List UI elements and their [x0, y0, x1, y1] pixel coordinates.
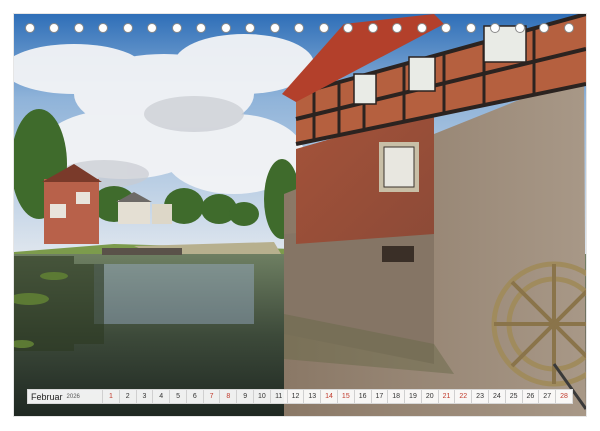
day-cell: 11	[269, 390, 287, 403]
calendar-photo	[14, 14, 586, 416]
month-label: Februar 2026	[28, 390, 102, 403]
day-cell: 5	[169, 390, 186, 403]
day-cell: 7	[202, 390, 220, 403]
day-cell: 24	[487, 390, 505, 403]
month-name: Februar	[31, 391, 63, 402]
day-cell: 22	[454, 390, 471, 403]
day-cell: 13	[303, 390, 320, 403]
day-cell: 19	[404, 390, 421, 403]
day-cell: 1	[102, 390, 119, 403]
day-cell: 6	[185, 390, 203, 403]
day-cell: 16	[353, 390, 371, 403]
day-cell: 14	[320, 390, 337, 403]
day-cell: 23	[471, 390, 488, 403]
day-cell: 25	[504, 390, 522, 403]
day-cell: 2	[118, 390, 136, 403]
calendar-page: Februar 2026 1 2 3 4 5 6 7 8 9 10 11 12 13 14 15 16 17 18…	[0, 0, 600, 431]
day-cell: 15	[336, 390, 354, 403]
day-cell: 28	[555, 390, 572, 403]
day-cell: 12	[286, 390, 304, 403]
day-cell: 8	[219, 390, 236, 403]
month-year: 2026	[66, 393, 80, 400]
day-cell: 27	[538, 390, 555, 403]
day-cell: 10	[253, 390, 270, 403]
day-cell: 26	[521, 390, 539, 403]
day-cell: 20	[420, 390, 438, 403]
day-cell: 3	[135, 390, 153, 403]
day-cell: 21	[437, 390, 455, 403]
day-cells: 1 2 3 4 5 6 7 8 9 10 11 12 13 14 15 16 17 18 19 20 21 22 23 24 2…	[102, 390, 572, 403]
day-cell: 9	[236, 390, 253, 403]
day-cell: 17	[370, 390, 388, 403]
calendar-strip: Februar 2026 1 2 3 4 5 6 7 8 9 10 11 12 13 14 15 16 17 18…	[27, 389, 573, 404]
day-cell: 4	[152, 390, 169, 403]
day-cell: 18	[387, 390, 404, 403]
